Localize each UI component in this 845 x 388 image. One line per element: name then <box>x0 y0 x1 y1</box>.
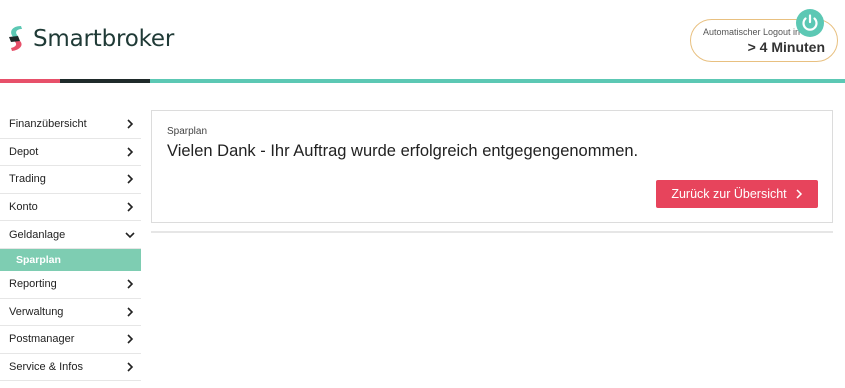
sidebar-item-depot[interactable]: Depot <box>0 139 141 167</box>
chevron-right-icon <box>127 202 134 212</box>
chevron-right-icon <box>127 334 134 345</box>
logout-value: > 4 Minuten <box>747 39 825 55</box>
sidebar-item-label: Trading <box>9 173 46 186</box>
chevron-right-icon <box>127 147 134 157</box>
chevron-right-icon <box>127 174 134 185</box>
sidebar-item-postmanager[interactable]: Postmanager <box>0 326 141 354</box>
chevron-right-icon <box>127 362 134 372</box>
stripe-dark <box>60 79 150 83</box>
sidebar-item-verwaltung[interactable]: Verwaltung <box>0 299 141 327</box>
card-subtitle: Sparplan <box>167 126 208 137</box>
sidebar-item-reporting[interactable]: Reporting <box>0 271 141 299</box>
back-button-label: Zurück zur Übersicht <box>671 187 787 201</box>
stripe-teal <box>150 79 845 83</box>
sidebar-item-label: Finanzübersicht <box>9 118 87 131</box>
sidebar-item-label: Sparplan <box>16 253 61 266</box>
sidebar-item-label: Verwaltung <box>9 305 64 318</box>
sidebar-item-label: Service & Infos <box>9 361 83 374</box>
back-to-overview-button[interactable]: Zurück zur Übersicht <box>656 180 818 208</box>
logout-label: Automatischer Logout in <box>703 27 801 37</box>
content-divider <box>151 231 833 233</box>
header: Smartbroker Automatischer Logout in > 4 … <box>0 0 845 80</box>
sidebar-item-label: Konto <box>9 201 38 214</box>
chevron-down-icon <box>125 232 135 238</box>
sidebar-item-trading[interactable]: Trading <box>0 166 141 194</box>
power-icon[interactable] <box>796 9 824 37</box>
sidebar-item-sparplan[interactable]: Sparplan <box>0 248 141 271</box>
sidebar-item-label: Reporting <box>9 278 57 291</box>
logo[interactable]: Smartbroker <box>6 24 174 54</box>
stripe-red <box>0 79 60 83</box>
sidebar-item-label: Postmanager <box>9 333 75 346</box>
chevron-right-icon <box>127 279 134 289</box>
sidebar-item-service-infos[interactable]: Service & Infos <box>0 354 141 382</box>
sidebar-item-konto[interactable]: Konto <box>0 194 141 222</box>
brand-name: Smartbroker <box>33 26 175 52</box>
sidebar-item-label: Depot <box>9 145 39 158</box>
chevron-right-icon <box>127 307 134 317</box>
chevron-right-icon <box>796 189 802 199</box>
smartbroker-logo-icon <box>9 26 22 51</box>
sidebar-item-geldanlage[interactable]: Geldanlage <box>0 221 141 249</box>
chevron-right-icon <box>127 119 134 129</box>
confirmation-card: Sparplan Vielen Dank - Ihr Auftrag wurde… <box>151 110 833 223</box>
confirmation-message: Vielen Dank - Ihr Auftrag wurde erfolgre… <box>167 142 639 160</box>
sidebar-nav: Finanzübersicht Depot Trading Konto Geld… <box>0 111 141 382</box>
sidebar-item-label: Geldanlage <box>9 228 66 241</box>
sidebar-item-finanzuebersicht[interactable]: Finanzübersicht <box>0 111 141 139</box>
